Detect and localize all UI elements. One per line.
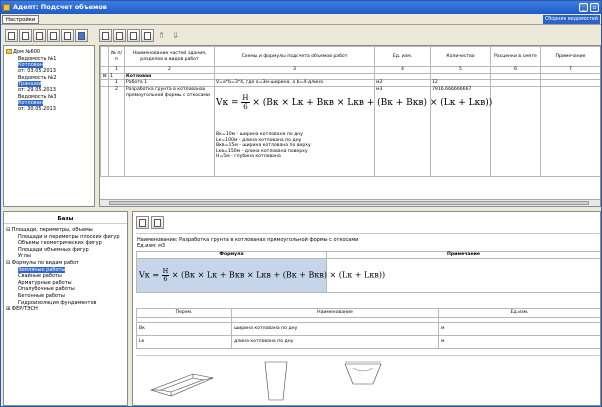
- bases-group[interactable]: ⊟ Площади, периметры, объемы: [6, 227, 93, 233]
- table-row[interactable]: Bк ширина котлована по дну м: [136, 322, 600, 336]
- bases-item-label: Свайные работы: [18, 273, 62, 280]
- save-doc-icon[interactable]: [61, 29, 74, 42]
- left-toolbar: [5, 27, 88, 45]
- title-bar: Адепт: Подсчет объемов _ ▫: [1, 1, 601, 14]
- bases-item[interactable]: Бетонные работы: [18, 293, 65, 299]
- move-down-icon[interactable]: ⇓: [169, 29, 182, 42]
- col-num[interactable]: № п/п: [108, 46, 125, 67]
- bases-title: Базы: [4, 212, 127, 224]
- statements-tree: Дом №600 Ведомость №1 Котлован от: 03.05…: [3, 45, 95, 207]
- settings-menu[interactable]: Настройки: [2, 15, 40, 24]
- bases-item-label: Объемы геометрических фигур: [18, 240, 102, 247]
- bases-item-label: Опалубочные работы: [18, 286, 75, 293]
- bases-item-label: Площади и периметры плоских фигур: [18, 233, 120, 240]
- params-table: Перем. Наименование Ед.изм. Bк ширина котло…: [136, 308, 600, 349]
- minimize-button[interactable]: _: [579, 3, 588, 12]
- bases-item[interactable]: Площади объемных фигур: [18, 247, 89, 253]
- col-name[interactable]: Наименование частей здания, разделов и в…: [124, 46, 215, 67]
- copy-doc-icon[interactable]: [47, 29, 60, 42]
- col-qty[interactable]: Количество: [430, 46, 491, 67]
- detail-unit: Ед.изм: м3: [137, 243, 166, 249]
- detail-volume-formula: Vк = H6 × (Bк × Lк + Bкв × Lкв + (Bк + B…: [139, 267, 386, 283]
- bases-item-label: ФЕР/ТЭСН: [11, 306, 38, 313]
- bases-item-label: Бетонные работы: [18, 293, 65, 299]
- tree-item-date: от: 29.05.2013: [18, 87, 56, 93]
- bases-group[interactable]: ⊞ ФЕР/ТЭСН: [6, 306, 38, 312]
- folder-icon: [6, 49, 12, 54]
- formula-param: H=5м - глубина котлована: [216, 154, 281, 159]
- bases-item[interactable]: Объемы геометрических фигур: [18, 240, 102, 246]
- new-doc-icon[interactable]: [5, 29, 18, 42]
- col-estimate[interactable]: Расценки в смете: [490, 46, 541, 67]
- detail-formula-cell[interactable]: Vк = H6 × (Bк × Lк + Bкв × Lкв + (Bк + B…: [136, 258, 386, 293]
- col-note[interactable]: Примечание: [540, 46, 600, 67]
- bases-item-label: Формулы по видам работ: [11, 260, 80, 266]
- param-col-var: Перем.: [136, 308, 232, 318]
- edit-formula-icon[interactable]: [151, 216, 164, 229]
- grid-toolbar: ⇑ ⇓: [99, 27, 182, 45]
- restore-button[interactable]: ▫: [590, 3, 599, 12]
- main-window: Адепт: Подсчет объемов _ ▫ Настройки Сбо…: [0, 0, 602, 407]
- pit-3d-sketch: [150, 373, 215, 397]
- tree-item-date: от: 03.05.2013: [18, 68, 56, 74]
- formula-cell: Vк = H6 × (Bк × Lк + Bкв × Lкв + (Bк + B…: [214, 86, 493, 177]
- bases-item-label: Площади объемных фигур: [18, 246, 89, 253]
- works-grid: № п/п Наименование частей здания, раздел…: [99, 45, 601, 207]
- delete-doc-icon[interactable]: [33, 29, 46, 42]
- statements-collection-button[interactable]: Сборник ведомостей: [542, 15, 600, 24]
- bases-item[interactable]: Площади и периметры плоских фигур: [18, 234, 120, 240]
- copy-row-icon[interactable]: [141, 29, 154, 42]
- move-up-icon[interactable]: ⇑: [155, 29, 168, 42]
- col-formula[interactable]: Схемы и формулы подсчета объемов работ: [214, 46, 375, 67]
- edit-doc-icon[interactable]: [19, 29, 32, 42]
- pit-section-sketch: [344, 361, 382, 385]
- bases-item-label: Гидроизоляция фундаментов: [18, 299, 97, 306]
- bases-panel: Базы ⊟ Площади, периметры, объемы Площади…: [3, 211, 128, 406]
- bases-item[interactable]: Опалубочные работы: [18, 286, 75, 292]
- bases-item[interactable]: Свайные работы: [18, 273, 62, 279]
- menu-bar: Настройки Сборник ведомостей: [1, 14, 601, 25]
- bases-item[interactable]: Углы: [18, 253, 31, 259]
- volume-formula: Vк = H6 × (Bк × Lк + Bкв × Lкв + (Bк + B…: [216, 94, 493, 111]
- param-col-unit: Ед.изм.: [438, 308, 600, 318]
- detail-toolbar: [136, 216, 164, 229]
- scrollbar-thumb[interactable]: [109, 201, 589, 205]
- horizontal-scrollbar[interactable]: [100, 199, 600, 206]
- tree-root[interactable]: Дом №600: [6, 49, 40, 55]
- edit-row-icon[interactable]: [113, 29, 126, 42]
- formula-table: Формула Примечание Vк = H6 × (Bк × Lк + B…: [136, 251, 600, 293]
- table-row[interactable]: 2 Разработка грунта в котлованах прямоуг…: [100, 86, 600, 177]
- export-icon[interactable]: [75, 29, 88, 42]
- detail-name: Наименование: Разработка грунта в котлов…: [137, 237, 359, 243]
- works-table: № п/п Наименование частей здания, раздел…: [100, 46, 600, 177]
- add-row-icon[interactable]: [99, 29, 112, 42]
- bases-item[interactable]: Земляные работы: [18, 266, 66, 273]
- table-row[interactable]: 1 Работа 1 V=a*b=3*4, где a=3м-ширина, a…: [100, 79, 600, 87]
- delete-row-icon[interactable]: [127, 29, 140, 42]
- bases-item-label: Углы: [18, 253, 31, 260]
- note-col-header: Примечание: [326, 251, 600, 259]
- formula-detail-panel: Наименование: Разработка грунта в котлов…: [132, 211, 601, 406]
- window-title: Адепт: Подсчет объемов: [13, 3, 107, 11]
- bases-item[interactable]: Гидроизоляция фундаментов: [18, 300, 96, 306]
- col-unit[interactable]: Ед. изм.: [374, 46, 431, 67]
- bases-group[interactable]: ⊟ Формулы по видам работ: [6, 260, 79, 266]
- insert-formula-icon[interactable]: [136, 216, 149, 229]
- pit-plan-sketch: [264, 361, 288, 401]
- col-marker: [100, 46, 109, 67]
- table-row[interactable]: Lк длина котлована по дну м: [136, 335, 600, 349]
- formula-col-header: Формула: [136, 251, 327, 259]
- bases-item-label: Площади, периметры, объемы: [11, 227, 93, 233]
- app-icon: [3, 4, 10, 11]
- bases-item-label: Земляные работы: [18, 266, 66, 273]
- tree-item-date: от: 30.05.2013: [18, 106, 56, 112]
- param-col-name: Наименование: [231, 308, 439, 318]
- bases-item-label: Арматурные работы: [18, 279, 72, 286]
- bases-item[interactable]: Арматурные работы: [18, 280, 72, 286]
